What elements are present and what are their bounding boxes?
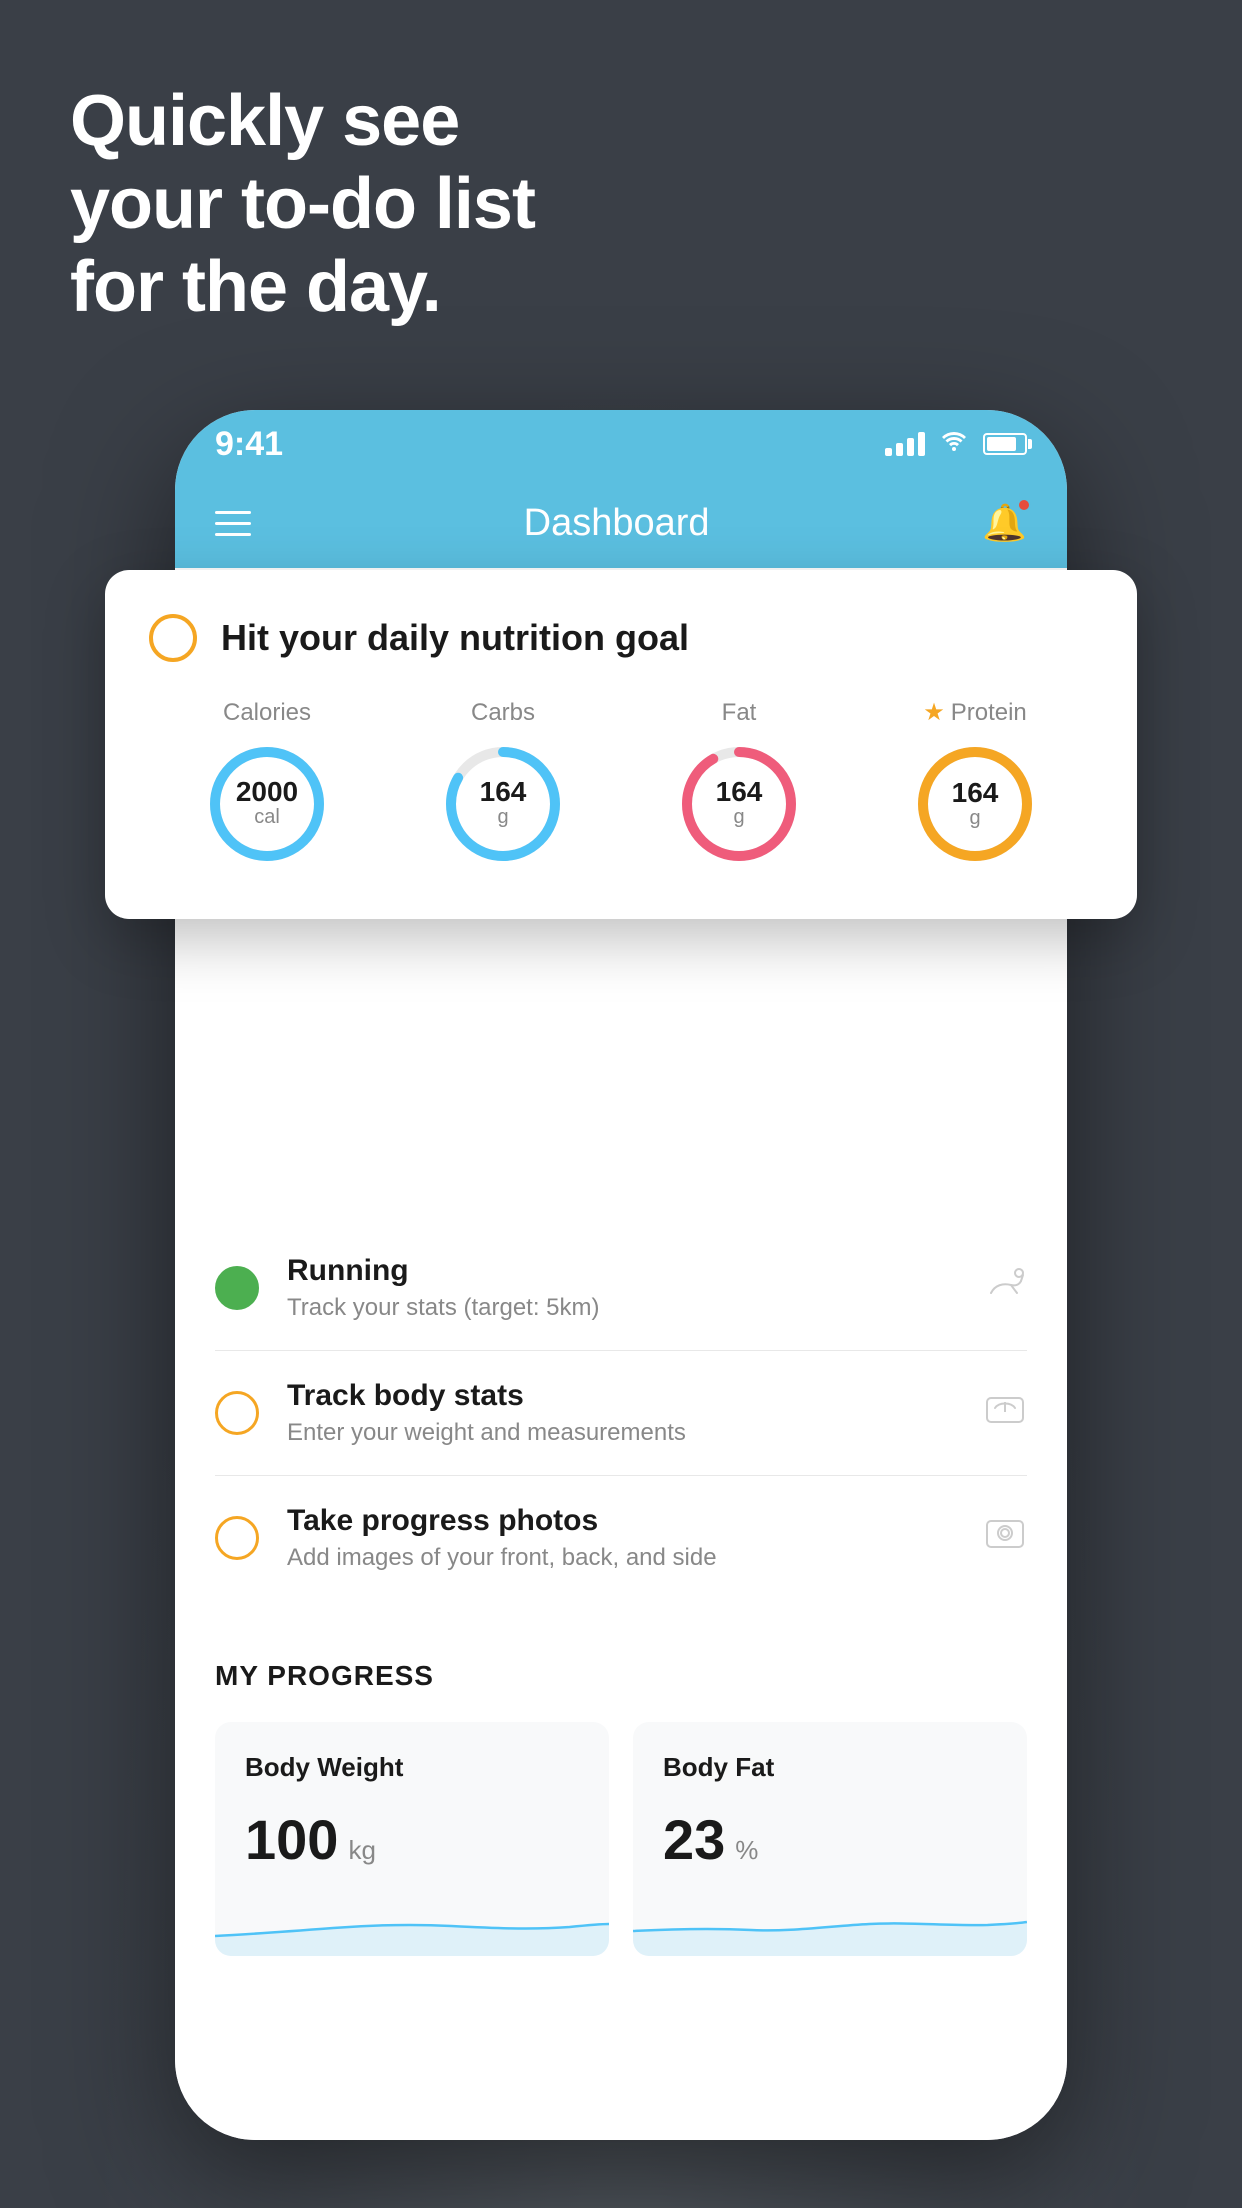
macro-carbs: Carbs 164 g xyxy=(438,699,568,869)
todo-desc-running: Track your stats (target: 5km) xyxy=(287,1294,967,1322)
status-time: 9:41 xyxy=(215,425,283,464)
carbs-unit: g xyxy=(497,806,508,829)
protein-label-text: Protein xyxy=(951,699,1027,727)
macro-calories: Calories 2000 cal xyxy=(202,699,332,869)
body-weight-value: 100 xyxy=(245,1807,338,1872)
body-fat-title: Body Fat xyxy=(663,1752,997,1783)
todo-circle-photos xyxy=(215,1516,259,1560)
protein-donut-center: 164 g xyxy=(910,739,1040,869)
hero-line1: Quickly see xyxy=(70,80,535,163)
nutrition-title-row: Hit your daily nutrition goal xyxy=(149,614,1093,662)
fat-unit: g xyxy=(733,806,744,829)
fat-value: 164 xyxy=(716,778,763,806)
todo-name-photos: Take progress photos xyxy=(287,1504,967,1538)
todo-name-body-stats: Track body stats xyxy=(287,1379,967,1413)
body-weight-value-row: 100 kg xyxy=(245,1807,579,1872)
protein-unit: g xyxy=(969,807,980,830)
running-icon xyxy=(983,1265,1027,1311)
body-fat-card: Body Fat 23 % xyxy=(633,1722,1027,1956)
todo-text-body-stats: Track body stats Enter your weight and m… xyxy=(287,1379,967,1447)
status-icons xyxy=(885,429,1027,460)
todo-item-photos[interactable]: Take progress photos Add images of your … xyxy=(215,1476,1027,1600)
todo-desc-photos: Add images of your front, back, and side xyxy=(287,1544,967,1572)
macro-calories-label: Calories xyxy=(223,699,311,727)
hamburger-menu[interactable] xyxy=(215,511,251,536)
todo-text-photos: Take progress photos Add images of your … xyxy=(287,1504,967,1572)
fat-donut-center: 164 g xyxy=(674,739,804,869)
photo-icon xyxy=(983,1515,1027,1561)
todo-list: Running Track your stats (target: 5km) T… xyxy=(175,1226,1067,1600)
scale-icon xyxy=(983,1390,1027,1436)
todo-item-running[interactable]: Running Track your stats (target: 5km) xyxy=(215,1226,1027,1351)
carbs-donut: 164 g xyxy=(438,739,568,869)
status-bar: 9:41 xyxy=(175,410,1067,478)
body-fat-value: 23 xyxy=(663,1807,725,1872)
notification-dot xyxy=(1017,498,1031,512)
carbs-donut-center: 164 g xyxy=(438,739,568,869)
todo-desc-body-stats: Enter your weight and measurements xyxy=(287,1419,967,1447)
calories-value: 2000 xyxy=(236,778,298,806)
body-fat-chart xyxy=(633,1896,1027,1956)
hero-line3: for the day. xyxy=(70,246,535,329)
body-weight-card: Body Weight 100 kg xyxy=(215,1722,609,1956)
todo-name-running: Running xyxy=(287,1254,967,1288)
hero-line2: your to-do list xyxy=(70,163,535,246)
notification-bell[interactable]: 🔔 xyxy=(982,502,1027,544)
protein-donut: 164 g xyxy=(910,739,1040,869)
my-progress-section: MY PROGRESS Body Weight 100 kg xyxy=(175,1620,1067,1976)
todo-circle-body-stats xyxy=(215,1391,259,1435)
nutrition-card: Hit your daily nutrition goal Calories 2… xyxy=(105,570,1137,919)
progress-header: MY PROGRESS xyxy=(215,1660,1027,1692)
todo-circle-running xyxy=(215,1266,259,1310)
nav-bar: Dashboard 🔔 xyxy=(175,478,1067,568)
fat-donut: 164 g xyxy=(674,739,804,869)
macro-fat-label: Fat xyxy=(722,699,757,727)
star-icon: ★ xyxy=(923,698,945,727)
macro-carbs-label: Carbs xyxy=(471,699,535,727)
calories-unit: cal xyxy=(254,806,280,829)
macros-row: Calories 2000 cal Carbs xyxy=(149,698,1093,869)
carbs-value: 164 xyxy=(480,778,527,806)
body-fat-unit: % xyxy=(735,1835,758,1866)
nav-title: Dashboard xyxy=(524,502,710,545)
calories-donut-center: 2000 cal xyxy=(202,739,332,869)
body-weight-chart xyxy=(215,1896,609,1956)
nutrition-circle-radio xyxy=(149,614,197,662)
hero-text: Quickly see your to-do list for the day. xyxy=(70,80,535,328)
body-weight-title: Body Weight xyxy=(245,1752,579,1783)
macro-protein-label: ★ Protein xyxy=(923,698,1027,727)
nutrition-card-title: Hit your daily nutrition goal xyxy=(221,617,689,659)
body-weight-unit: kg xyxy=(348,1835,375,1866)
body-fat-value-row: 23 % xyxy=(663,1807,997,1872)
todo-item-body-stats[interactable]: Track body stats Enter your weight and m… xyxy=(215,1351,1027,1476)
battery-icon xyxy=(983,433,1027,455)
protein-value: 164 xyxy=(952,779,999,807)
signal-icon xyxy=(885,432,925,456)
wifi-icon xyxy=(939,429,969,460)
macro-protein: ★ Protein 164 g xyxy=(910,698,1040,869)
calories-donut: 2000 cal xyxy=(202,739,332,869)
macro-fat: Fat 164 g xyxy=(674,699,804,869)
todo-text-running: Running Track your stats (target: 5km) xyxy=(287,1254,967,1322)
progress-cards: Body Weight 100 kg Body Fat xyxy=(215,1722,1027,1956)
